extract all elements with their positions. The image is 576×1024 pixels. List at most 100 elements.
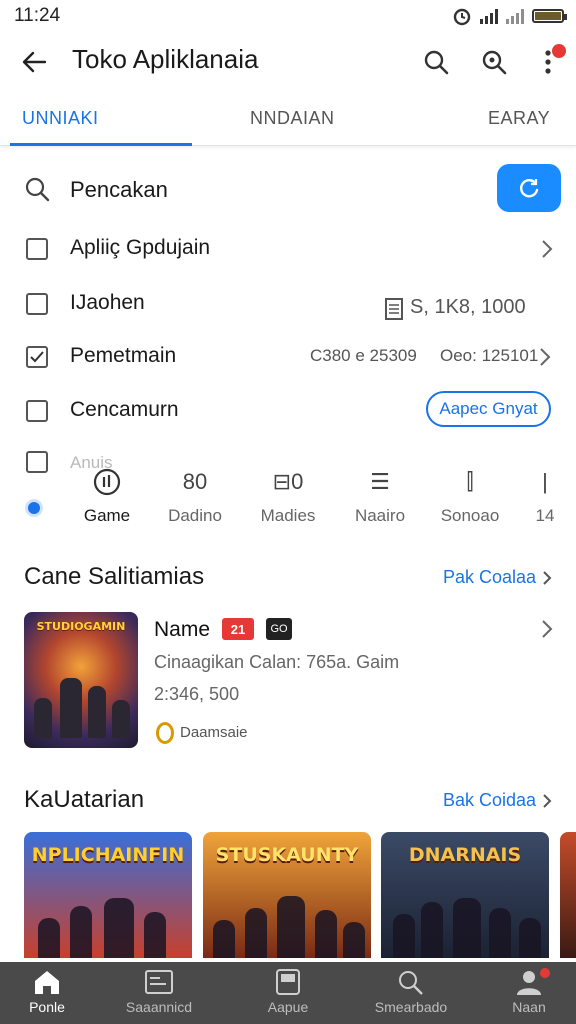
category-label: Sonoao: [440, 506, 500, 525]
alarm-icon: [453, 8, 471, 26]
filter-row[interactable]: IJaohen S, 1K8, 1000: [0, 279, 576, 329]
filter-label: IJaohen: [70, 291, 145, 314]
doc-icon: ☰: [370, 469, 390, 494]
app-thumbnail: STUDIOGAMIN: [24, 612, 138, 748]
home-icon: [35, 971, 59, 994]
checkbox[interactable]: [26, 400, 48, 422]
rating-badge: 21: [222, 618, 254, 640]
notification-dot: [540, 968, 550, 978]
category-row: Game 80 Dadino ⊟0 Madies ☰ Naairo ⫿ Sono…: [0, 460, 576, 532]
tab-nndaian[interactable]: NNDAIAN: [250, 108, 335, 129]
nav-label: Ponle: [29, 999, 65, 1015]
nav-games[interactable]: Aapue: [233, 968, 343, 1015]
search-library-icon: [399, 971, 423, 995]
category-naairo[interactable]: ☰ Naairo: [335, 466, 425, 526]
apps-icon: [145, 970, 173, 994]
page-title: Toko Apliklanaia: [72, 44, 259, 74]
row-meta: S, 1K8, 1000: [410, 296, 526, 318]
media-icon: ⊟0: [272, 469, 304, 494]
tab-unniaki[interactable]: UNNIAKI: [22, 108, 99, 129]
category-more[interactable]: | 14: [515, 466, 575, 526]
refresh-fab-button[interactable]: [497, 164, 561, 212]
nav-search-library[interactable]: Smearbado: [356, 968, 466, 1015]
search-label: Pencakan: [70, 177, 168, 202]
category-sonoao[interactable]: ⫿ Sonoao: [425, 466, 515, 526]
category-madies[interactable]: ⊟0 Madies: [243, 466, 333, 526]
tool-icon: ⫿: [466, 469, 474, 494]
checkmark-icon: [30, 351, 44, 363]
signal-icon: [480, 8, 498, 24]
game-carousel: NPLICHAINFIN STUSKAUNTY DNARNAIS: [0, 832, 576, 962]
more-options-button[interactable]: [528, 42, 568, 82]
nav-label: Naan: [512, 999, 546, 1015]
checkbox[interactable]: [26, 346, 48, 368]
status-time: 11:24: [14, 5, 61, 26]
see-all-link[interactable]: Bak Coidaa: [443, 790, 552, 811]
nav-home[interactable]: Ponle: [0, 968, 102, 1015]
zoom-in-icon: [482, 50, 507, 75]
nav-profile[interactable]: Naan: [474, 968, 576, 1015]
game-card[interactable]: [560, 832, 576, 958]
chevron-right-icon: [543, 570, 552, 585]
gamepad-icon: [93, 468, 121, 496]
game-card[interactable]: DNARNAIS: [381, 832, 549, 958]
row-meta-left: C380 e 25309: [310, 346, 417, 365]
search-button[interactable]: [416, 42, 456, 82]
game-card[interactable]: NPLICHAINFIN: [24, 832, 192, 958]
book-icon: 80: [182, 469, 208, 494]
app-bar: Toko Apliklanaia: [0, 30, 576, 94]
tab-earay[interactable]: EARAY: [488, 108, 550, 129]
chevron-right-icon: [542, 240, 553, 258]
search-icon: [424, 50, 449, 75]
checkbox[interactable]: [26, 293, 48, 315]
zoom-search-button[interactable]: [474, 42, 514, 82]
nav-apps[interactable]: Saaannicd: [104, 968, 214, 1015]
filter-row[interactable]: Pemetmain C380 e 25309 Oeo: 125101: [0, 332, 576, 382]
category-label: 14: [535, 506, 555, 525]
document-icon: [385, 298, 403, 320]
filter-row[interactable]: Apliiç Gpdujain: [0, 224, 576, 274]
apply-button[interactable]: Aapec Gnyat: [426, 391, 551, 427]
battery-icon: [532, 9, 567, 23]
category-label: Madies: [260, 506, 316, 525]
filter-label: Pemetmain: [70, 344, 177, 367]
game-card[interactable]: STUSKAUNTY: [203, 832, 371, 958]
back-button[interactable]: [14, 42, 54, 82]
category-label: Game: [83, 506, 131, 525]
status-bar: 11:24: [0, 0, 576, 30]
see-all-link[interactable]: Pak Coalaa: [443, 567, 552, 588]
notification-dot: [552, 44, 566, 58]
nav-label: Smearbado: [374, 999, 448, 1015]
tab-indicator: [10, 143, 192, 146]
see-all-label: Bak Coidaa: [442, 790, 536, 810]
app-name: Name: [154, 618, 211, 641]
filter-row[interactable]: Cencamurn Aapec Gnyat: [0, 386, 576, 436]
app-downloads: 2:346, 500: [154, 684, 240, 704]
section-title: Cane Salitiamias: [24, 563, 205, 590]
checkbox[interactable]: [26, 238, 48, 260]
nav-label: Saaannicd: [125, 999, 193, 1015]
chevron-right-icon: [543, 793, 552, 808]
game-card-title: NPLICHAINFIN: [31, 844, 185, 866]
game-card-title: STUSKAUNTY: [215, 844, 359, 866]
chevron-right-icon[interactable]: [540, 618, 554, 640]
selection-dot: [28, 502, 40, 514]
category-label: Naairo: [354, 506, 406, 525]
category-game[interactable]: Game: [62, 466, 152, 526]
category-dadino[interactable]: 80 Dadino: [150, 466, 240, 526]
arrow-left-icon: [22, 51, 47, 73]
games-icon: [276, 969, 300, 995]
app-logo-text: STUDIOGAMIN: [36, 620, 126, 633]
developer-icon: [156, 722, 174, 744]
filter-label: Cencamurn: [70, 398, 179, 421]
search-icon: [25, 177, 50, 202]
more-icon: |: [542, 469, 548, 494]
search-row[interactable]: Pencakan: [0, 160, 576, 218]
featured-app-card[interactable]: STUDIOGAMIN Name 21 GO Cinaagikan Calan:…: [0, 608, 576, 758]
filter-label: Apliiç Gpdujain: [70, 236, 211, 259]
nav-label: Aapue: [267, 999, 309, 1015]
app-description: Cinaagikan Calan: 765a. Gaim: [154, 652, 400, 672]
category-label: Dadino: [168, 506, 222, 525]
game-card-title: DNARNAIS: [408, 844, 522, 866]
signal-icon-2: [506, 8, 524, 24]
